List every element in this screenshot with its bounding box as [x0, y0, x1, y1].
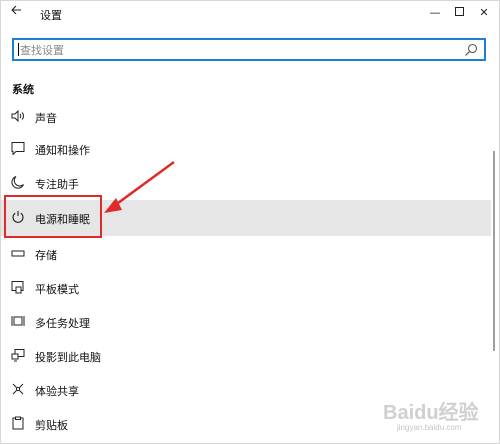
text-caret [18, 43, 19, 56]
storage-icon [11, 250, 25, 257]
sidebar-item-label: 存储 [35, 249, 57, 262]
sidebar-item-sound[interactable]: 声音 [1, 100, 491, 134]
watermark-url: jingyan.baidu.com [397, 423, 462, 432]
notification-icon [11, 142, 25, 155]
sidebar-item-storage[interactable]: 存储 [1, 237, 491, 271]
window-title: 设置 [40, 9, 62, 22]
section-title: 系统 [12, 83, 34, 96]
sidebar-item-project-to-pc[interactable]: 投影到此电脑 [1, 339, 491, 373]
watermark-logo: Baidu经验 jingyan.baidu.com [383, 396, 493, 442]
sidebar-item-label: 通知和操作 [35, 144, 90, 157]
maximize-icon [454, 7, 464, 16]
sidebar-item-tablet-mode[interactable]: 平板模式 [1, 271, 491, 305]
project-icon [11, 349, 25, 362]
watermark-text: Baidu经验 [383, 402, 479, 424]
search-input[interactable] [20, 42, 460, 58]
scrollbar[interactable] [493, 151, 495, 351]
sidebar-item-multitasking[interactable]: 多任务处理 [1, 305, 491, 339]
moon-icon [11, 176, 24, 189]
sidebar-item-label: 体验共享 [35, 385, 79, 398]
sidebar-item-notifications[interactable]: 通知和操作 [1, 132, 491, 166]
close-button[interactable]: ✕ [472, 3, 496, 23]
multitasking-icon [11, 316, 25, 326]
annotation-highlight-box [4, 195, 102, 238]
sidebar-item-label: 剪贴板 [35, 419, 68, 432]
tablet-mode-icon [11, 281, 24, 294]
minimize-button[interactable]: — [423, 3, 447, 23]
back-arrow-icon[interactable] [7, 4, 25, 22]
search-icon[interactable] [464, 43, 478, 57]
sidebar-item-label: 专注助手 [35, 178, 79, 191]
sidebar-item-label: 多任务处理 [35, 317, 90, 330]
sidebar-item-label: 声音 [35, 112, 57, 125]
search-box[interactable] [12, 38, 486, 61]
maximize-button[interactable] [447, 3, 471, 23]
shared-experience-icon [12, 383, 24, 395]
clipboard-icon [12, 416, 24, 430]
speaker-icon [11, 109, 24, 123]
sidebar-item-label: 平板模式 [35, 283, 79, 296]
title-bar: 设置 — ✕ [1, 1, 499, 27]
sidebar-item-label: 投影到此电脑 [35, 351, 101, 364]
